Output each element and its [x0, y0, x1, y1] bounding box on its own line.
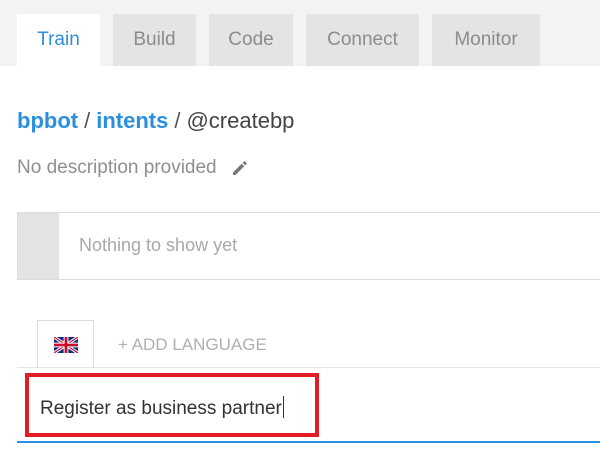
text-caret — [282, 396, 284, 418]
language-tab-en[interactable] — [37, 320, 94, 368]
pencil-icon[interactable] — [229, 157, 251, 179]
add-language-button[interactable]: + ADD LANGUAGE — [118, 335, 267, 355]
tab-monitor[interactable]: Monitor — [432, 14, 540, 66]
tab-build[interactable]: Build — [113, 14, 196, 66]
breadcrumb-separator: / — [174, 108, 181, 133]
tab-train[interactable]: Train — [17, 14, 100, 66]
expression-input-value: Register as business partner — [40, 398, 282, 419]
examples-list: Nothing to show yet — [17, 212, 600, 280]
breadcrumb: bpbot / intents / @createbp — [17, 108, 294, 134]
empty-state-text: Nothing to show yet — [79, 235, 238, 255]
breadcrumb-intents-link[interactable]: intents — [96, 108, 168, 133]
tab-connect[interactable]: Connect — [306, 14, 419, 66]
expression-input[interactable]: Register as business partner — [40, 396, 284, 420]
description-text: No description provided — [17, 157, 217, 178]
examples-list-stripe — [18, 213, 59, 279]
breadcrumb-separator: / — [84, 108, 91, 133]
uk-flag-icon — [53, 336, 78, 353]
breadcrumb-bot-link[interactable]: bpbot — [17, 108, 78, 133]
intent-description: No description provided — [17, 157, 251, 179]
breadcrumb-current: @createbp — [186, 108, 295, 133]
tab-code[interactable]: Code — [209, 14, 293, 66]
top-tab-bar: Train Build Code Connect Monitor — [0, 0, 600, 66]
